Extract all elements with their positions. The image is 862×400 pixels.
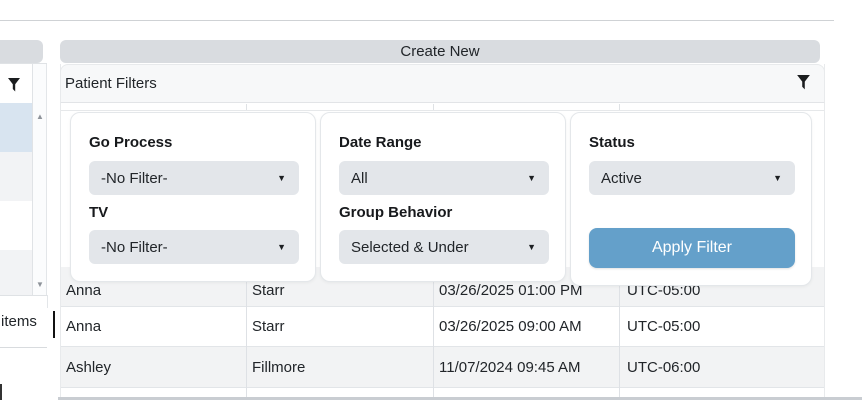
cell-first-name: Ashley	[61, 359, 247, 376]
group-behavior-select[interactable]: Selected & Under ▼	[339, 230, 549, 264]
chevron-down-icon: ▼	[277, 242, 286, 252]
column-divider	[246, 267, 247, 397]
sidebar-filter-icon[interactable]	[8, 78, 20, 94]
left-toolbar-stub[interactable]	[0, 40, 43, 63]
create-new-button[interactable]: Create New	[60, 40, 820, 63]
table-row[interactable]: Anna Starr 03/26/2025 09:00 AM UTC-05:00	[61, 307, 824, 347]
panel-title: Patient Filters	[65, 75, 157, 92]
chevron-down-icon: ▼	[277, 173, 286, 183]
text-cursor	[53, 311, 55, 338]
chevron-down-icon: ▼	[773, 173, 782, 183]
column-tick	[619, 104, 620, 110]
tv-value: -No Filter-	[101, 239, 168, 256]
panel-right-border	[824, 64, 825, 397]
cell-last-name: Starr	[247, 318, 434, 335]
go-process-value: -No Filter-	[101, 170, 168, 187]
cell-last-name: Starr	[247, 282, 434, 299]
go-process-label: Go Process	[89, 134, 172, 151]
sidebar-scrollbar[interactable]: ▲ ▼	[33, 64, 47, 295]
table-row-partial	[61, 388, 824, 397]
tv-label: TV	[89, 204, 108, 221]
tv-select[interactable]: -No Filter- ▼	[89, 230, 299, 264]
cell-datetime: 03/26/2025 09:00 AM	[434, 318, 620, 335]
column-tick	[246, 104, 247, 110]
cell-last-name: Fillmore	[247, 359, 434, 376]
scroll-down-icon[interactable]: ▼	[33, 280, 47, 289]
column-tick	[433, 104, 434, 110]
date-range-value: All	[351, 170, 368, 187]
items-count-label: items	[0, 296, 47, 348]
column-divider	[433, 267, 434, 397]
screen: Create New ▲ ▼ items Patient Filters Ann…	[0, 0, 862, 400]
filter-card-left: Go Process -No Filter- ▼ TV -No Filter- …	[70, 112, 316, 282]
top-divider	[0, 20, 834, 21]
sidebar-row[interactable]	[0, 152, 32, 201]
cell-timezone: UTC-06:00	[620, 359, 824, 376]
apply-filter-button[interactable]: Apply Filter	[589, 228, 795, 268]
status-label: Status	[589, 134, 635, 151]
go-process-select[interactable]: -No Filter- ▼	[89, 161, 299, 195]
sidebar-row[interactable]	[0, 250, 32, 295]
status-value: Active	[601, 170, 642, 187]
filter-icon[interactable]	[797, 75, 810, 92]
date-range-label: Date Range	[339, 134, 422, 151]
column-divider	[619, 267, 620, 397]
group-behavior-label: Group Behavior	[339, 204, 452, 221]
filter-card-middle: Date Range All ▼ Group Behavior Selected…	[320, 112, 566, 282]
group-behavior-value: Selected & Under	[351, 239, 469, 256]
date-range-select[interactable]: All ▼	[339, 161, 549, 195]
sidebar-row-selected[interactable]	[0, 103, 32, 152]
cell-first-name: Anna	[61, 318, 247, 335]
cell-first-name: Anna	[61, 282, 247, 299]
patient-filters-header: Patient Filters	[60, 64, 825, 103]
status-select[interactable]: Active ▼	[589, 161, 795, 195]
cell-timezone: UTC-05:00	[620, 318, 824, 335]
window-edge-sliver	[0, 384, 2, 400]
sidebar-divider-stub	[47, 295, 48, 308]
filter-card-right: Status Active ▼ Apply Filter	[570, 112, 812, 286]
sidebar-row[interactable]	[0, 201, 32, 250]
cell-datetime: 11/07/2024 09:45 AM	[434, 359, 620, 376]
table-row[interactable]: Ashley Fillmore 11/07/2024 09:45 AM UTC-…	[61, 347, 824, 388]
table-header-line	[61, 110, 824, 111]
chevron-down-icon: ▼	[527, 242, 536, 252]
chevron-down-icon: ▼	[527, 173, 536, 183]
scroll-up-icon[interactable]: ▲	[33, 112, 47, 121]
